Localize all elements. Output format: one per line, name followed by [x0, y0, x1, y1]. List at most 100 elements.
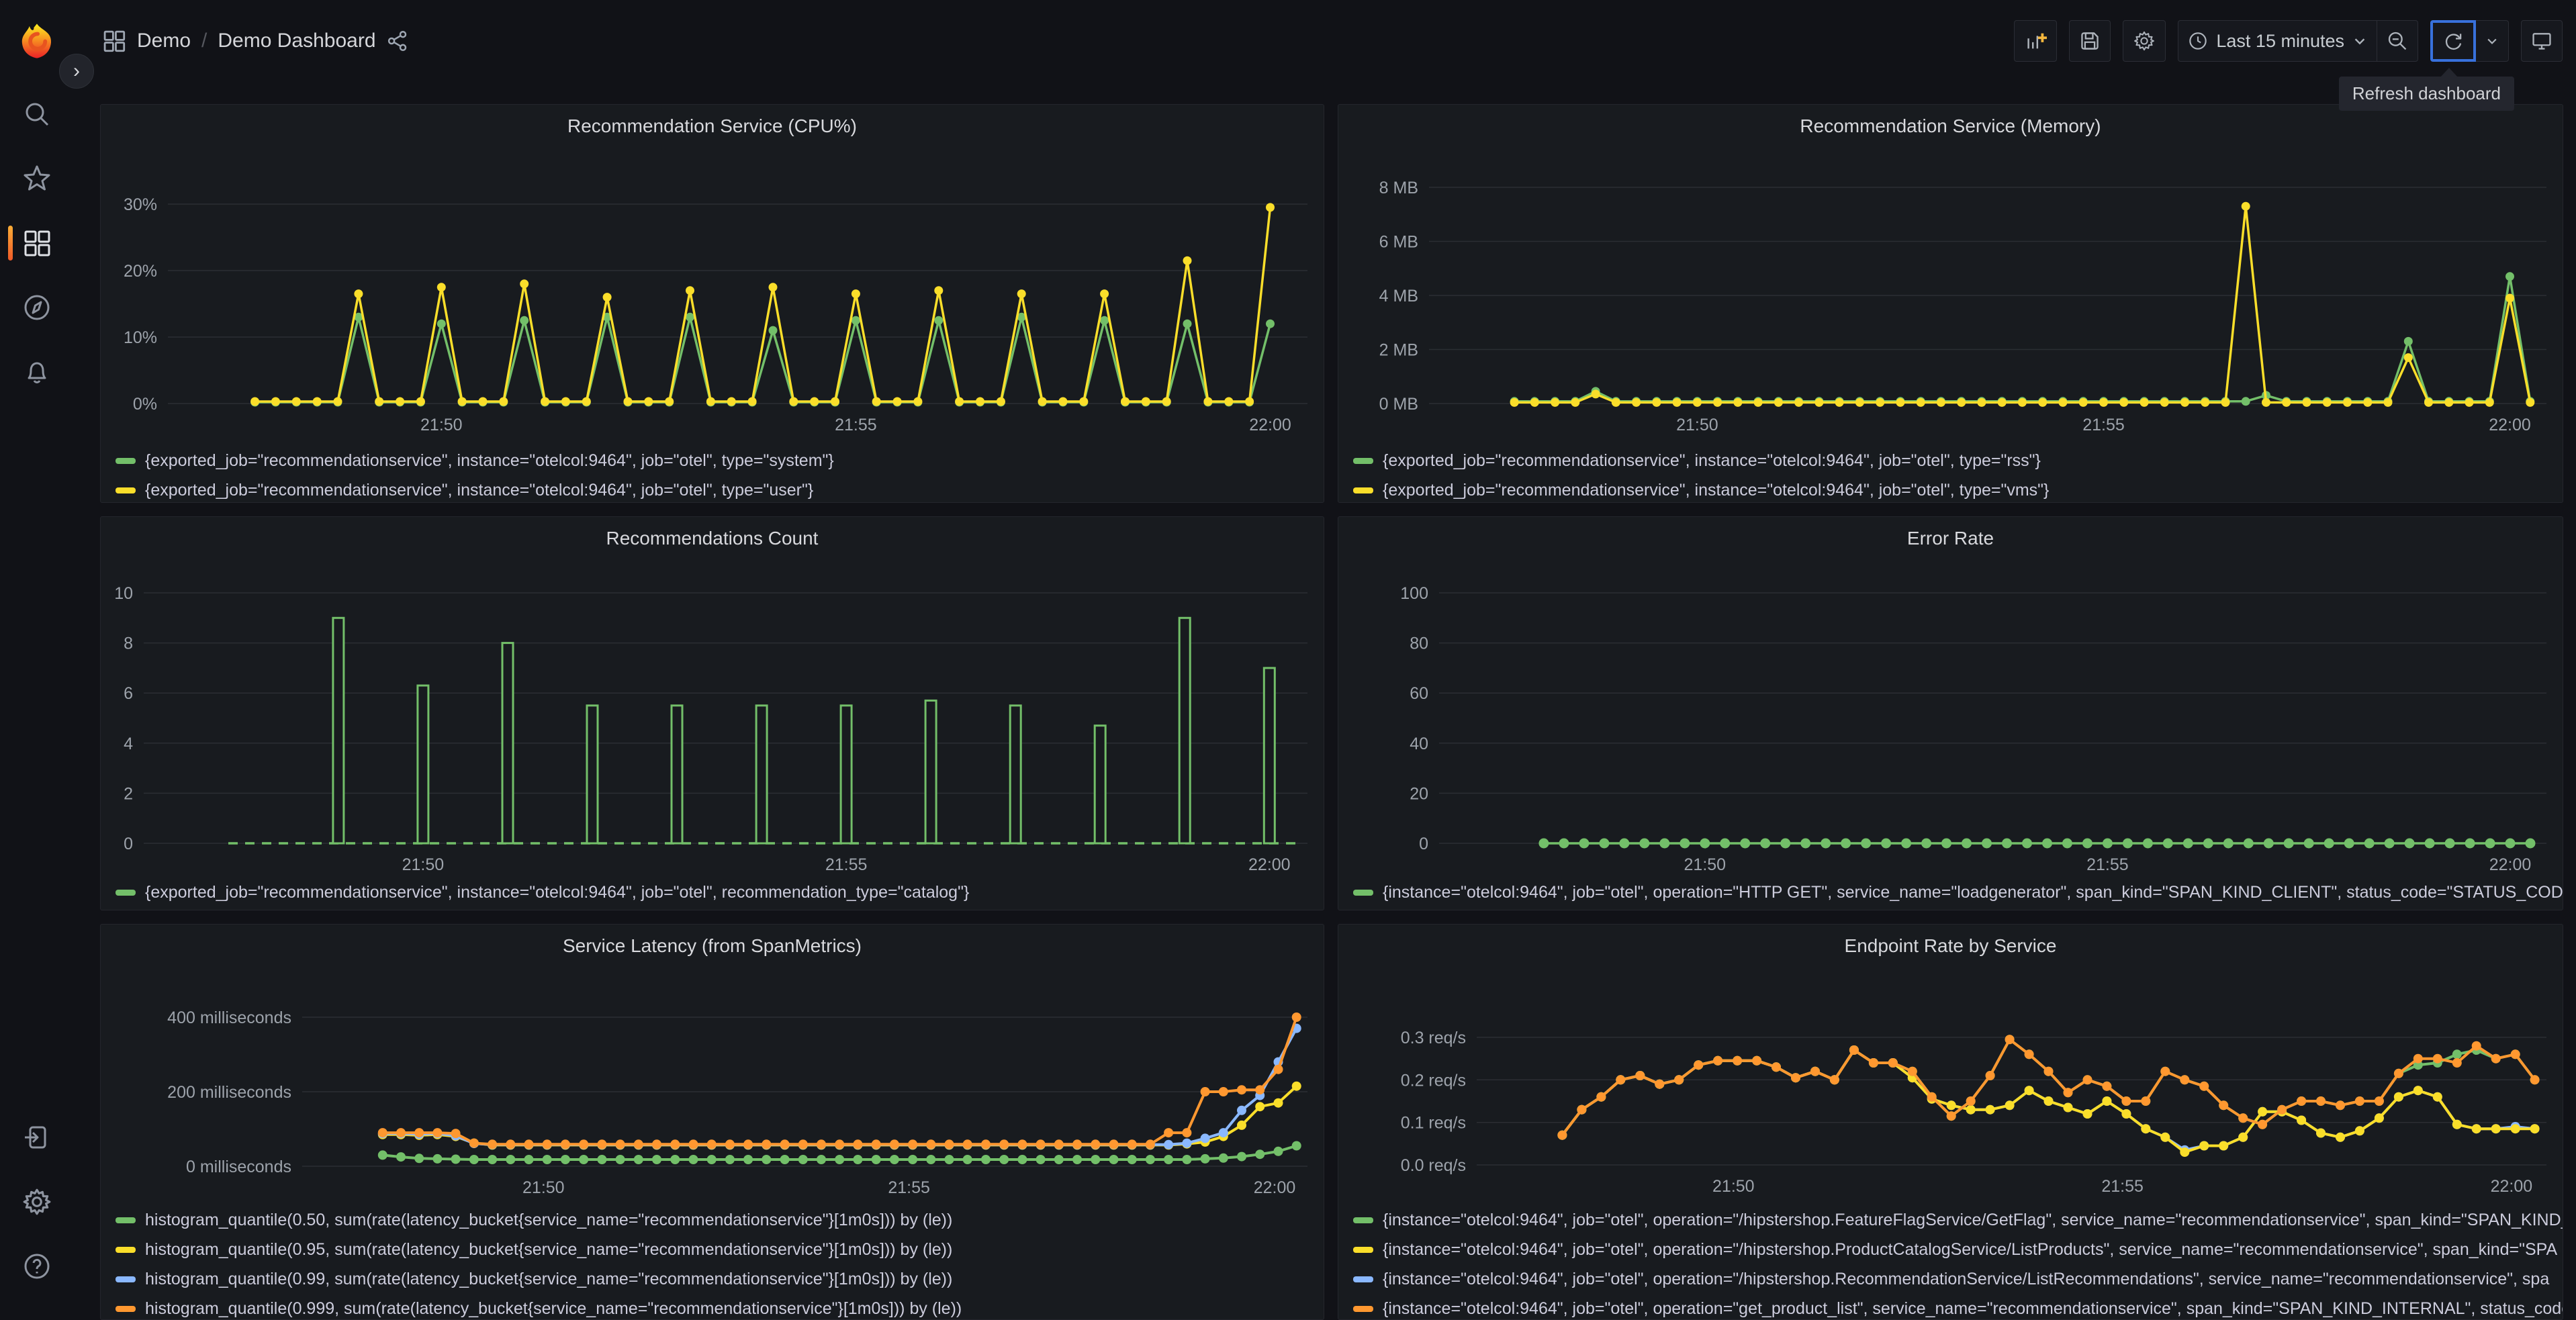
- svg-text:22:00: 22:00: [1249, 416, 1291, 434]
- breadcrumb-dashboard-title[interactable]: Demo Dashboard: [218, 30, 375, 52]
- zoom-out-time-button[interactable]: [2377, 20, 2418, 62]
- panel-title[interactable]: Endpoint Rate by Service: [1338, 925, 2563, 968]
- breadcrumb-folder[interactable]: Demo: [137, 30, 191, 52]
- sidebar-item-dashboards[interactable]: [0, 211, 74, 275]
- svg-text:6: 6: [124, 684, 133, 703]
- legend-item[interactable]: {instance="otelcol:9464", job="otel", op…: [1353, 1235, 2563, 1264]
- svg-text:20: 20: [1410, 784, 1428, 803]
- sidebar: [0, 0, 74, 1308]
- legend-item[interactable]: {exported_job="recommendationservice", i…: [1353, 475, 2563, 502]
- save-dashboard-button[interactable]: [2069, 20, 2111, 62]
- panel-title[interactable]: Recommendation Service (Memory): [1338, 105, 2563, 148]
- svg-text:22:00: 22:00: [2489, 855, 2532, 874]
- panel-title[interactable]: Error Rate: [1338, 517, 2563, 560]
- legend-swatch: [1353, 457, 1373, 464]
- legend-label: {instance="otelcol:9464", job="otel", op…: [1383, 1210, 2563, 1229]
- breadcrumb: Demo / Demo Dashboard: [102, 29, 408, 53]
- add-panel-button[interactable]: [2014, 20, 2058, 62]
- svg-text:400 milliseconds: 400 milliseconds: [167, 1008, 291, 1027]
- bell-icon: [28, 362, 46, 383]
- panel-title[interactable]: Service Latency (from SpanMetrics): [101, 925, 1324, 968]
- legend: {instance="otelcol:9464", job="otel", op…: [1338, 1201, 2563, 1319]
- panel-error-rate: Error Rate 0 20 40 60 80 100 21:50 21:55 22:00 {…: [1338, 516, 2563, 910]
- legend-item[interactable]: {instance="otelcol:9464", job="otel", op…: [1353, 1264, 2563, 1294]
- grafana-flame-icon: [21, 23, 52, 58]
- sidebar-item-explore[interactable]: [0, 275, 74, 340]
- svg-text:21:55: 21:55: [2082, 416, 2125, 434]
- legend-swatch: [1353, 1276, 1373, 1282]
- dashboards-grid-icon[interactable]: [102, 29, 126, 53]
- sidebar-item-starred[interactable]: [0, 146, 74, 211]
- sidebar-item-configuration[interactable]: [0, 1170, 74, 1234]
- panel-endpoint-rate: Endpoint Rate by Service 0.0 req/s 0.1 re…: [1338, 924, 2563, 1320]
- svg-text:4: 4: [124, 735, 133, 753]
- sidebar-item-help[interactable]: [0, 1234, 74, 1299]
- dashboards-grid-icon: [24, 230, 50, 256]
- monitor-icon: [2532, 33, 2551, 50]
- svg-text:8: 8: [124, 634, 133, 653]
- time-range-label: Last 15 minutes: [2216, 30, 2344, 51]
- timeseries-chart-latency[interactable]: 0 milliseconds 200 milliseconds 400 millis…: [101, 968, 1324, 1201]
- sidebar-expand-button[interactable]: ›: [59, 54, 94, 89]
- panel-memory: Recommendation Service (Memory) 0 MB 2 MB…: [1338, 104, 2563, 503]
- sidebar-item-sign-in[interactable]: [0, 1105, 74, 1170]
- svg-text:21:55: 21:55: [835, 416, 877, 434]
- svg-text:21:50: 21:50: [1676, 416, 1718, 434]
- svg-text:22:00: 22:00: [1254, 1178, 1296, 1197]
- svg-text:8 MB: 8 MB: [1379, 179, 1418, 197]
- legend-item[interactable]: {instance="otelcol:9464", job="otel", op…: [1353, 1294, 2563, 1319]
- legend-swatch: [116, 1276, 136, 1282]
- panel-title[interactable]: Recommendation Service (CPU%): [101, 105, 1324, 148]
- refresh-interval-dropdown[interactable]: [2475, 20, 2509, 62]
- timeseries-chart-recommendations[interactable]: 0 2 4 6 8 10 21:50 21:55 22:00: [101, 560, 1324, 874]
- legend-item[interactable]: histogram_quantile(0.50, sum(rate(latenc…: [116, 1205, 1324, 1235]
- sidebar-item-alerting[interactable]: [0, 340, 74, 404]
- refresh-dashboard-button[interactable]: [2430, 20, 2476, 62]
- active-indicator: [8, 226, 13, 261]
- legend-item[interactable]: {exported_job="recommendationservice", i…: [116, 446, 1324, 475]
- sidebar-bottom: [0, 1105, 74, 1299]
- svg-text:22:00: 22:00: [2489, 416, 2531, 434]
- dashboard-settings-button[interactable]: [2123, 20, 2166, 62]
- legend-item[interactable]: histogram_quantile(0.95, sum(rate(latenc…: [116, 1235, 1324, 1264]
- legend-item[interactable]: {exported_job="recommendationservice", i…: [116, 475, 1324, 502]
- legend-item[interactable]: {instance="otelcol:9464", job="otel", op…: [1353, 1205, 2563, 1235]
- legend-label: {exported_job="recommendationservice", i…: [145, 480, 814, 500]
- time-range-group: Last 15 minutes: [2178, 20, 2418, 62]
- panel-title[interactable]: Recommendations Count: [101, 517, 1324, 560]
- legend-swatch: [116, 1305, 136, 1312]
- timeseries-chart-error-rate[interactable]: 0 20 40 60 80 100 21:50 21:55 22:00: [1338, 560, 2563, 874]
- breadcrumb-separator: /: [201, 30, 208, 52]
- legend: {instance="otelcol:9464", job="otel", op…: [1338, 874, 2563, 907]
- kiosk-mode-button[interactable]: [2521, 20, 2563, 62]
- search-icon: [26, 103, 49, 126]
- svg-text:0.2 req/s: 0.2 req/s: [1401, 1071, 1466, 1090]
- zoom-out-icon: [2388, 32, 2407, 50]
- svg-text:6 MB: 6 MB: [1379, 233, 1418, 252]
- svg-text:0: 0: [124, 835, 133, 853]
- svg-text:0.1 req/s: 0.1 req/s: [1401, 1114, 1466, 1133]
- share-icon[interactable]: [387, 30, 408, 52]
- legend-item[interactable]: {exported_job="recommendationservice", i…: [1353, 446, 2563, 475]
- timeseries-chart-cpu[interactable]: 0% 10% 20% 30% 21:50 21:55 22:00: [101, 148, 1324, 442]
- timeseries-chart-memory[interactable]: 0 MB 2 MB 4 MB 6 MB 8 MB 21:50 21:55 22:00: [1338, 148, 2563, 442]
- legend-item[interactable]: {instance="otelcol:9464", job="otel", op…: [1353, 878, 2563, 907]
- legend: {exported_job="recommendationservice", i…: [101, 442, 1324, 502]
- svg-text:0 milliseconds: 0 milliseconds: [186, 1158, 291, 1176]
- refresh-icon: [2445, 34, 2462, 50]
- time-range-picker[interactable]: Last 15 minutes: [2178, 20, 2377, 62]
- grafana-logo[interactable]: [18, 0, 56, 82]
- legend-item[interactable]: histogram_quantile(0.99, sum(rate(latenc…: [116, 1264, 1324, 1294]
- compass-icon: [24, 295, 50, 320]
- legend-label: histogram_quantile(0.95, sum(rate(latenc…: [145, 1239, 953, 1259]
- legend-item[interactable]: histogram_quantile(0.999, sum(rate(laten…: [116, 1294, 1324, 1319]
- add-panel-icon: [2027, 33, 2048, 49]
- legend-swatch: [116, 889, 136, 896]
- refresh-tooltip: Refresh dashboard: [2338, 68, 2514, 111]
- legend-swatch: [1353, 1217, 1373, 1223]
- timeseries-chart-endpoint-rate[interactable]: 0.0 req/s 0.1 req/s 0.2 req/s 0.3 req/s 21:5…: [1338, 968, 2563, 1201]
- sidebar-item-search[interactable]: [0, 82, 74, 146]
- svg-text:0.0 req/s: 0.0 req/s: [1401, 1156, 1466, 1175]
- legend-item[interactable]: {exported_job="recommendationservice", i…: [116, 878, 1324, 907]
- svg-text:21:55: 21:55: [888, 1178, 930, 1197]
